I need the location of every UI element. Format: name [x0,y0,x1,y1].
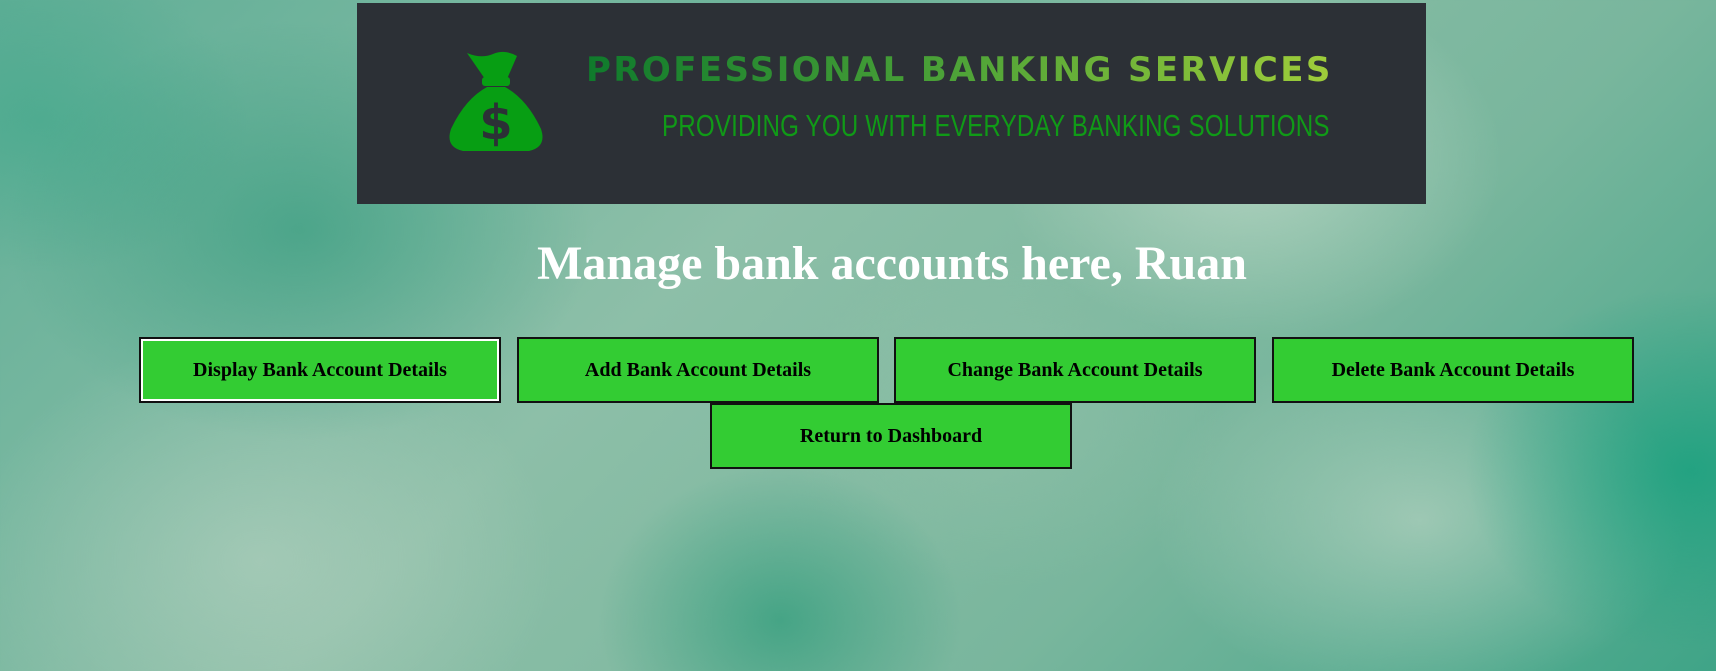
banner-title: PROFESSIONAL BANKING SERVICES [586,50,1333,90]
return-to-dashboard-button[interactable]: Return to Dashboard [710,403,1072,469]
page-heading: Manage bank accounts here, Ruan [537,237,1247,290]
banner: $ PROFESSIONAL BANKING SERVICES PROVIDIN… [357,3,1426,204]
change-bank-account-details-button[interactable]: Change Bank Account Details [894,337,1256,403]
money-bag-dollar-icon: $ [449,51,543,151]
svg-text:$: $ [479,95,512,151]
display-bank-account-details-button[interactable]: Display Bank Account Details [139,337,501,403]
banner-subtitle: PROVIDING YOU WITH EVERYDAY BANKING SOLU… [662,108,1330,143]
add-bank-account-details-button[interactable]: Add Bank Account Details [517,337,879,403]
delete-bank-account-details-button[interactable]: Delete Bank Account Details [1272,337,1634,403]
